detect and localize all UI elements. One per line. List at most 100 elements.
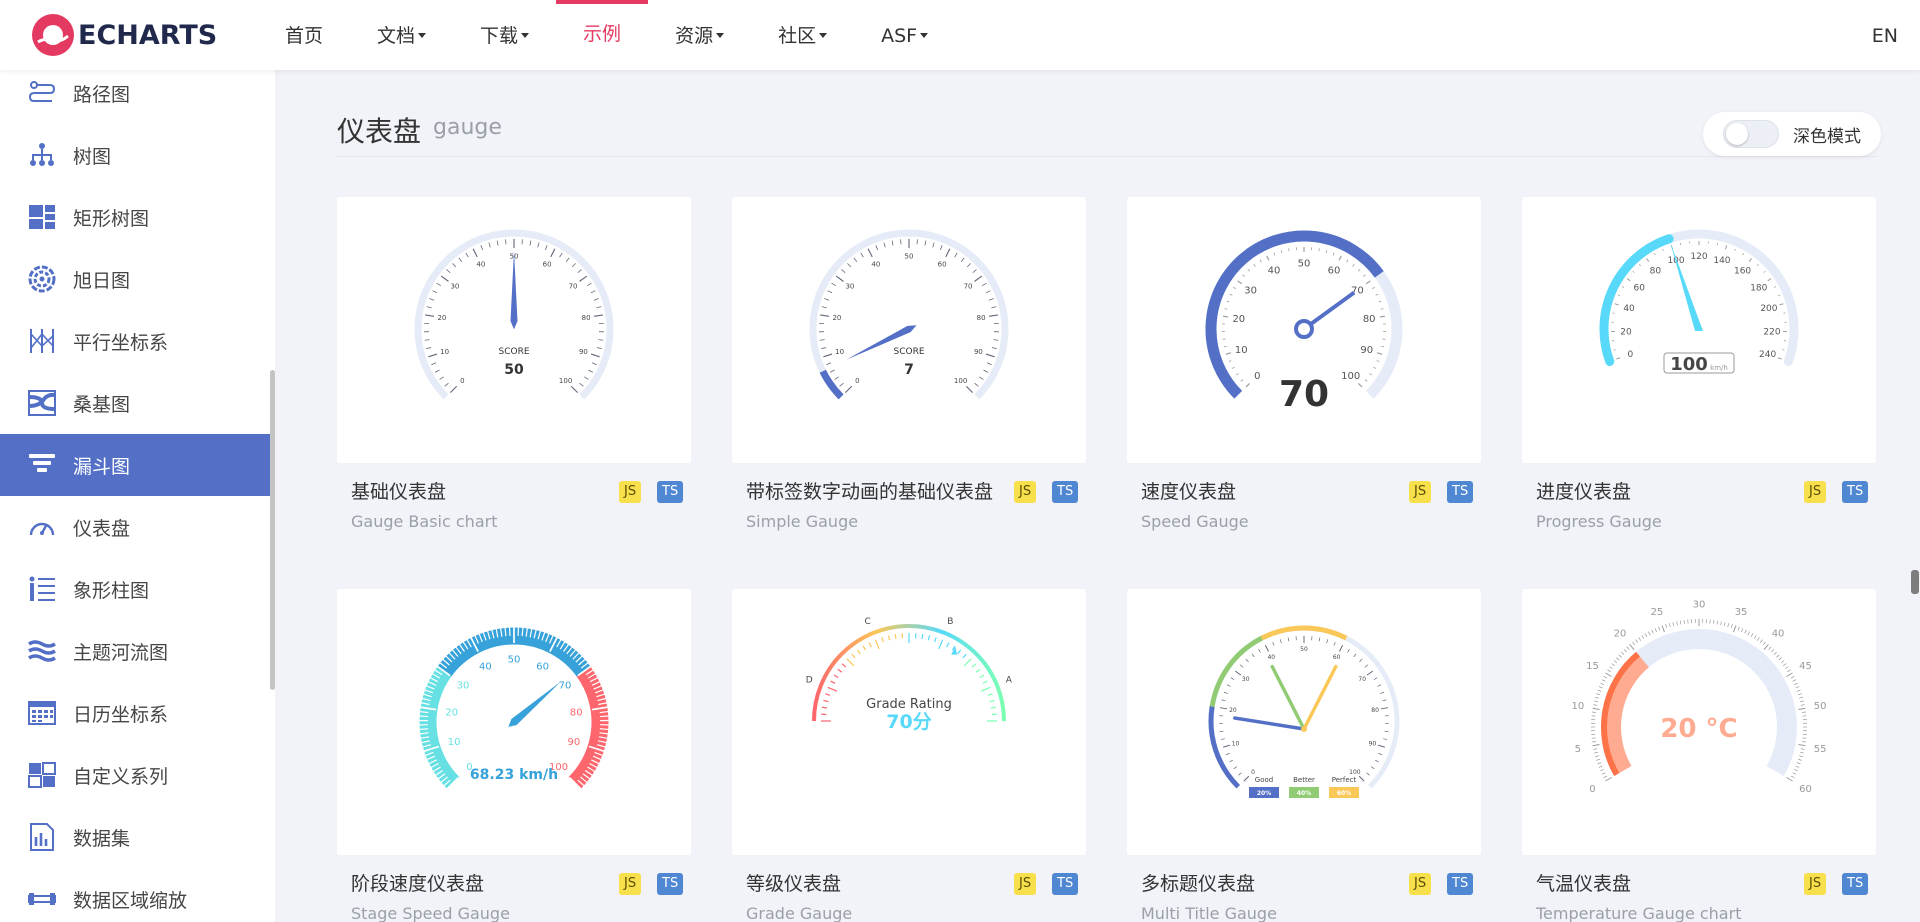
dark-mode-toggle[interactable]: 深色模式 [1703,112,1881,156]
page-scrollbar[interactable] [1911,570,1919,594]
gauge-tick [927,635,931,641]
example-thumbnail[interactable]: 0102030405060708090100SCORE50 [337,197,691,463]
gauge-tick-label: 10 [1232,740,1240,747]
gauge-tick [974,275,983,282]
gauge-tick-label: 100 [954,377,967,385]
example-title[interactable]: 气温仪表盘 [1536,869,1791,896]
ts-badge[interactable]: TS [657,481,684,503]
example-card[interactable]: 0 10 20 30 40 50 60 70 80 90 100 68.23 km/h 阶段速度仪表盘 S… [337,589,691,922]
ts-badge[interactable]: TS [657,873,684,895]
ts-badge[interactable]: TS [1842,481,1869,503]
nav-item-0[interactable]: 首页 [258,0,350,70]
nav-item-3[interactable]: 示例 [556,0,649,70]
nav-item-1[interactable]: 文档 [350,0,453,70]
ts-badge[interactable]: TS [1052,481,1079,503]
sidebar-item-7[interactable]: 仪表盘 [0,496,270,558]
example-title[interactable]: 阶段速度仪表盘 [351,869,606,896]
sidebar-item-0[interactable]: 路径图 [0,70,270,124]
example-card[interactable]: 0 10 20 30 40 50 60 70 80 90 100 70 速度仪表盘 Speed Gauge… [1127,197,1481,531]
example-title[interactable]: 等级仪表盘 [746,869,1001,896]
js-badge[interactable]: JS [1014,481,1037,503]
gauge-tick [1595,696,1599,699]
sidebar-item-9[interactable]: 主题河流图 [0,620,270,682]
sidebar-item-11[interactable]: 自定义系列 [0,744,270,806]
sidebar-item-5[interactable]: 桑基图 [0,372,270,434]
gauge-tick [1592,744,1600,747]
gauge-tick [1747,631,1751,636]
sidebar-item-12[interactable]: 数据集 [0,806,270,868]
example-card[interactable]: 0 10 20 30 40 50 60 70 80 90 100 SCORE 7 带标签数字动画的基础仪表… [732,197,1086,531]
dark-mode-switch[interactable] [1723,120,1779,148]
js-badge[interactable]: JS [1804,873,1827,895]
example-title[interactable]: 多标题仪表盘 [1141,869,1396,896]
gauge-tick [1665,624,1668,629]
gauge-tick [820,314,830,317]
gauge-tick [1733,625,1737,633]
example-thumbnail[interactable]: 0 10 20 30 40 50 60 70 80 90 100 68.23 km/h [337,589,691,855]
gauge-tick [1802,711,1806,713]
gauge-tick [1326,639,1329,644]
js-badge[interactable]: JS [1804,481,1827,503]
gauge-tick-label: 200 [1760,304,1777,314]
example-title[interactable]: 带标签数字动画的基础仪表盘 [746,477,1001,504]
sidebar-item-8[interactable]: 象形柱图 [0,558,270,620]
gauge-tick [1240,379,1244,382]
sidebar-item-label: 路径图 [73,83,131,106]
gauge-tick [1373,366,1377,369]
gauge-tick [1229,759,1234,763]
sidebar-item-6[interactable]: 漏斗图 [0,434,270,496]
language-switch[interactable]: EN [1872,0,1898,72]
sidebar-item-2[interactable]: 矩形树图 [0,186,270,248]
example-title[interactable]: 进度仪表盘 [1536,477,1791,504]
example-card[interactable]: 0102030405060708090100SCORE50基础仪表盘Gauge … [337,197,691,531]
example-title[interactable]: 速度仪表盘 [1141,477,1396,504]
gauge-tick [1763,270,1766,273]
gauge-tick-label: 60 [1328,266,1341,277]
echarts-logo[interactable]: ECHARTS [30,13,217,57]
gauge-tick [458,257,463,263]
js-badge[interactable]: JS [1409,873,1432,895]
ts-badge[interactable]: TS [1447,481,1474,503]
sidebar-item-4[interactable]: 平行坐标系 [0,310,270,372]
example-thumbnail[interactable]: 020406080100120140160180200220240100km/h [1522,197,1876,463]
js-badge[interactable]: JS [1409,481,1432,503]
js-badge[interactable]: JS [1014,873,1037,895]
ts-badge[interactable]: TS [1842,873,1869,895]
gauge-tick [1372,286,1375,290]
example-card[interactable]: 0 10 20 30 40 50 60 70 80 90 100 Good 20% Better 40% Pe… [1127,589,1481,922]
gauge-legend-label: Good [1255,776,1273,784]
gauge-tick [1782,349,1785,351]
sidebar-item-13[interactable]: 数据区域缩放 [0,868,270,922]
gauge-tick-label: 90 [1360,345,1373,356]
example-thumbnail[interactable]: 0 10 20 30 40 50 60 70 80 90 100 SCORE 7 [732,197,1086,463]
gauge-preview: 0 10 20 30 40 50 60 70 80 90 100 Good 20% Better 40% Pe… [1208,625,1400,798]
nav-item-4[interactable]: 资源 [648,0,751,70]
gauge-preview: 010203040506070809010070 [1205,230,1403,415]
sidebar-item-3[interactable]: 旭日图 [0,248,270,310]
ts-badge[interactable]: TS [1447,873,1474,895]
nav-item-5[interactable]: 社区 [751,0,854,70]
gauge-tick [1226,300,1230,303]
js-badge[interactable]: JS [619,873,642,895]
example-card[interactable]: 0 5 10 15 20 25 30 35 40 45 50 55 60 20 °C 气温仪表盘 Temper… [1522,589,1876,922]
js-badge[interactable]: JS [619,481,642,503]
example-title[interactable]: 基础仪表盘 [351,477,606,504]
ts-badge[interactable]: TS [1052,873,1079,895]
example-thumbnail[interactable]: 0 5 10 15 20 25 30 35 40 45 50 55 60 20 °C [1522,589,1876,855]
gauge-tick [989,699,995,703]
example-thumbnail[interactable]: 0 10 20 30 40 50 60 70 80 90 100 Good 20% Better 40% Pe… [1127,589,1481,855]
nav-item-6[interactable]: ASF [854,0,955,70]
example-card[interactable]: 020406080100120140160180200220240100km/h… [1522,197,1876,531]
sidebar-item-10[interactable]: 日历坐标系 [0,682,270,744]
gauge-tick [1287,637,1290,642]
gauge-tick [1779,303,1784,306]
gauge-tick [881,637,884,643]
gauge-tick [1658,626,1661,631]
nav-item-2[interactable]: 下载 [453,0,556,70]
example-thumbnail[interactable]: 0 10 20 30 40 50 60 70 80 90 100 70 [1127,197,1481,463]
example-card[interactable]: D C B A Grade Rating 70分 等级仪表盘 Grade Gauge JS TS [732,589,1086,922]
sidebar-item-1[interactable]: 树图 [0,124,270,186]
gauge-tick [1773,286,1777,288]
caret-down-icon [521,32,530,38]
example-thumbnail[interactable]: D C B A Grade Rating 70分 [732,589,1086,855]
